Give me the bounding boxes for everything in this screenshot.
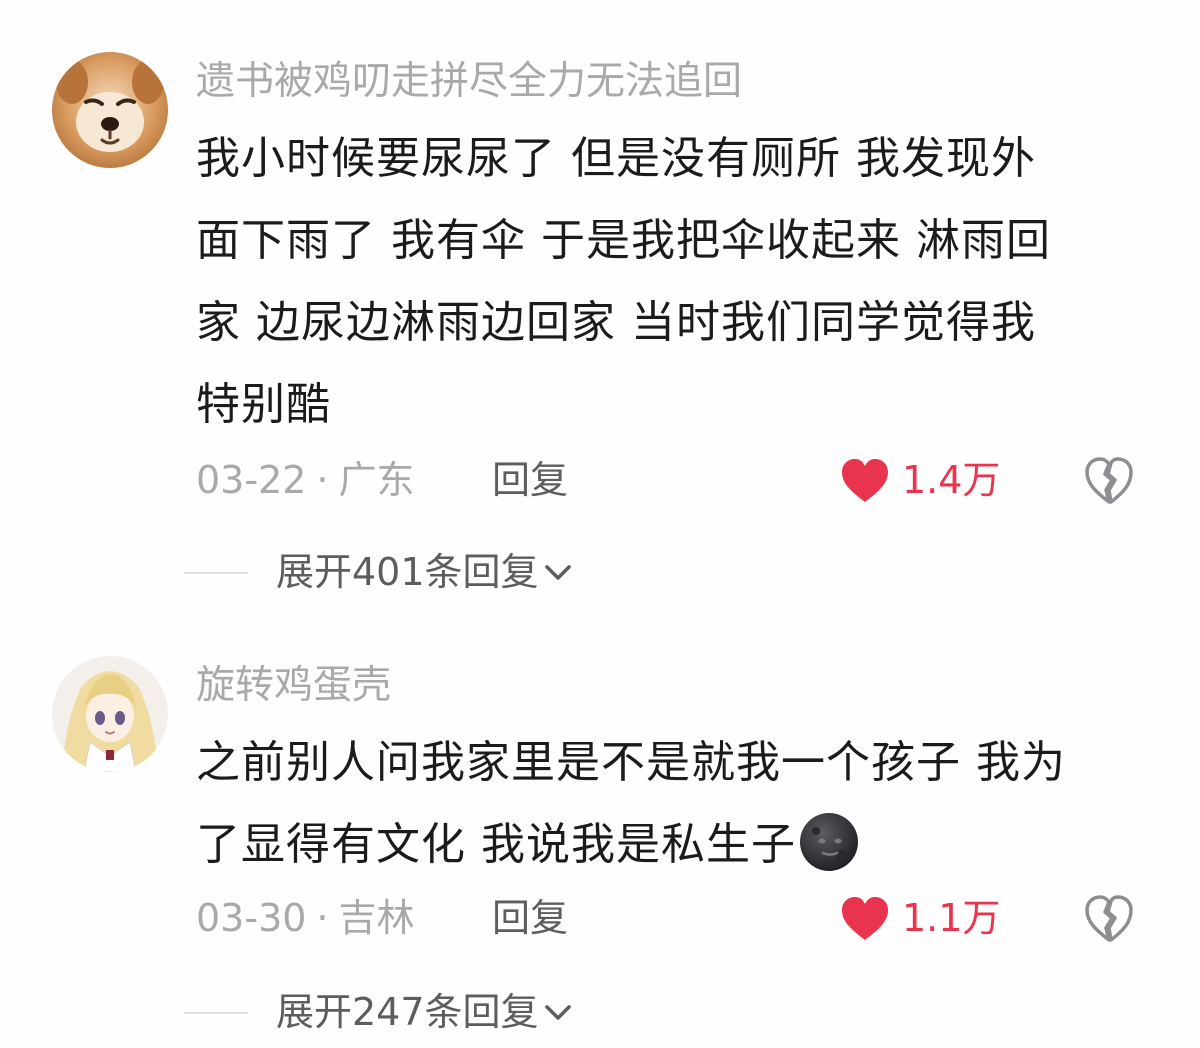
avatar[interactable] (52, 52, 168, 168)
comment-text-line: 我小时候要尿尿了 但是没有厕所 我发现外 (196, 133, 1036, 184)
comment-text: 之前别人问我家里是不是就我一个孩子 我为 了显得有文化 我说我是私生子 (196, 722, 1156, 886)
anime-girl-avatar (52, 656, 168, 772)
divider-line (184, 572, 248, 574)
meta-separator: · (316, 896, 329, 940)
comment-location: 广东 (338, 458, 415, 502)
comment-location: 吉林 (338, 896, 415, 940)
chevron-down-icon (544, 1005, 571, 1020)
comment-text-line: 特别酷 (196, 379, 331, 430)
chevron-down-icon (544, 565, 571, 580)
reply-button[interactable]: 回复 (492, 890, 568, 946)
expand-replies-label: 展开247条回复 (276, 990, 539, 1034)
heart-icon (842, 459, 888, 502)
broken-heart-icon[interactable] (1084, 457, 1134, 505)
comment-list: 遗书被鸡叨走拼尽全力无法追回 我小时候要尿尿了 但是没有厕所 我发现外 面下雨了… (0, 0, 1200, 1048)
divider-line (184, 1012, 248, 1014)
username[interactable]: 旋转鸡蛋壳 (196, 660, 391, 712)
comment-date: 03-22 (196, 458, 307, 502)
like-count: 1.1万 (902, 896, 1001, 940)
comment-date-location: 03-22 · 广东 (196, 452, 415, 508)
new-moon-face-emoji (800, 813, 858, 871)
comment-text-line: 家 边尿边淋雨边回家 当时我们同学觉得我 (196, 297, 1036, 348)
reply-button[interactable]: 回复 (492, 452, 568, 508)
heart-icon (842, 897, 888, 940)
meta-separator: · (316, 458, 329, 502)
expand-replies-label: 展开401条回复 (276, 550, 539, 594)
comment-meta: 03-30 · 吉林 回复 1.1万 (196, 890, 1156, 946)
expand-replies-button[interactable]: 展开401条回复 (276, 544, 573, 600)
expand-replies-button[interactable]: 展开247条回复 (276, 984, 573, 1040)
comment-text-line: 之前别人问我家里是不是就我一个孩子 我为 (196, 737, 1066, 788)
broken-heart-icon[interactable] (1084, 895, 1134, 943)
expand-replies: 展开401条回复 (184, 544, 784, 600)
comment-date: 03-30 (196, 896, 307, 940)
comment-text-line-with-emoji: 了显得有文化 我说我是私生子 (196, 804, 1156, 886)
comment-text: 我小时候要尿尿了 但是没有厕所 我发现外 面下雨了 我有伞 于是我把伞收起来 淋… (196, 118, 1156, 446)
like-count: 1.4万 (902, 458, 1001, 502)
shiba-dog-avatar (52, 52, 168, 168)
comment-meta: 03-22 · 广东 回复 1.4万 (196, 452, 1156, 508)
username[interactable]: 遗书被鸡叨走拼尽全力无法追回 (196, 56, 742, 108)
comment-text-line: 了显得有文化 我说我是私生子 (196, 819, 796, 870)
comment-date-location: 03-30 · 吉林 (196, 890, 415, 946)
expand-replies: 展开247条回复 (184, 984, 784, 1040)
comment-text-line: 面下雨了 我有伞 于是我把伞收起来 淋雨回 (196, 215, 1051, 266)
avatar[interactable] (52, 656, 168, 772)
